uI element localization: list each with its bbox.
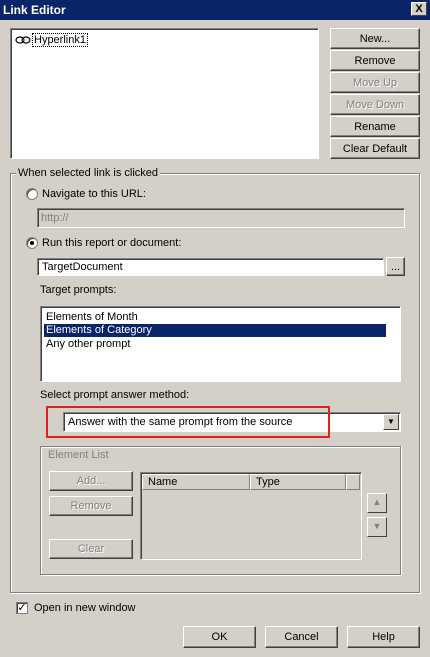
browse-button[interactable]: ... — [386, 257, 405, 276]
column-header-name[interactable]: Name — [142, 474, 250, 490]
help-button[interactable]: Help — [347, 626, 420, 648]
target-prompts-label: Target prompts: — [40, 284, 117, 296]
close-button[interactable]: X — [411, 2, 427, 16]
help-button-label: Help — [372, 631, 395, 643]
link-behavior-group-label: When selected link is clicked — [16, 166, 161, 180]
add-element-button-label: Add... — [76, 475, 106, 487]
open-new-window-label: Open in new window — [34, 602, 136, 614]
clear-default-button-label: Clear Default — [342, 142, 408, 155]
move-up-button-label: Move Up — [352, 76, 398, 89]
element-move-up-button[interactable]: ▲ — [367, 493, 387, 513]
url-field[interactable]: http:// — [37, 208, 405, 228]
run-report-label: Run this report or document: — [42, 237, 182, 249]
column-header-type[interactable]: Type — [250, 474, 346, 490]
rename-button[interactable]: Rename — [330, 116, 420, 137]
target-document-field[interactable]: TargetDocument — [37, 258, 384, 276]
remove-element-button[interactable]: Remove — [49, 496, 133, 516]
move-down-button[interactable]: Move Down — [330, 94, 420, 115]
navigate-url-label: Navigate to this URL: — [42, 188, 146, 200]
rename-button-label: Rename — [354, 120, 396, 133]
run-report-radio[interactable] — [26, 237, 38, 249]
chevron-down-icon[interactable]: ▼ — [383, 414, 399, 430]
ok-button-label: OK — [211, 631, 228, 643]
open-new-window-checkbox[interactable]: ✓ — [16, 602, 28, 614]
title-bar: Link Editor X — [0, 0, 430, 20]
element-list-group-label: Element List — [46, 448, 111, 462]
element-table[interactable]: Name Type — [140, 472, 362, 560]
clear-element-button-label: Clear — [77, 543, 105, 555]
move-down-button-label: Move Down — [345, 98, 405, 111]
target-prompts-list[interactable]: Elements of Month Elements of Category A… — [40, 306, 401, 382]
prompt-method-label: Select prompt answer method: — [40, 389, 190, 401]
prompt-item-other[interactable]: Any other prompt — [44, 338, 386, 351]
clear-default-button[interactable]: Clear Default — [330, 138, 420, 159]
navigate-url-radio[interactable] — [26, 188, 38, 200]
clear-element-button[interactable]: Clear — [49, 539, 133, 559]
browse-button-label: ... — [390, 260, 401, 273]
ok-button[interactable]: OK — [183, 626, 256, 648]
prompt-item-category[interactable]: Elements of Category — [44, 324, 386, 337]
arrow-up-icon: ▲ — [372, 497, 382, 507]
new-button-label: New... — [359, 32, 391, 45]
arrow-down-icon: ▼ — [372, 521, 382, 531]
move-up-button[interactable]: Move Up — [330, 72, 420, 93]
cancel-button-label: Cancel — [284, 631, 319, 643]
highlight-annotation-box — [46, 406, 330, 438]
prompt-item-month[interactable]: Elements of Month — [44, 311, 386, 324]
remove-element-button-label: Remove — [70, 500, 112, 512]
cancel-button[interactable]: Cancel — [265, 626, 338, 648]
remove-link-button[interactable]: Remove — [330, 50, 420, 71]
element-move-down-button[interactable]: ▼ — [367, 517, 387, 537]
links-list[interactable]: Hyperlink1 — [10, 28, 319, 159]
remove-link-button-label: Remove — [354, 54, 396, 67]
chain-link-icon — [15, 36, 31, 44]
window-title: Link Editor — [3, 3, 66, 17]
link-item-label: Hyperlink1 — [32, 33, 88, 47]
column-header-filler — [346, 474, 360, 490]
checkmark-icon: ✓ — [17, 602, 27, 614]
new-button[interactable]: New... — [330, 28, 420, 49]
add-element-button[interactable]: Add... — [49, 471, 133, 491]
